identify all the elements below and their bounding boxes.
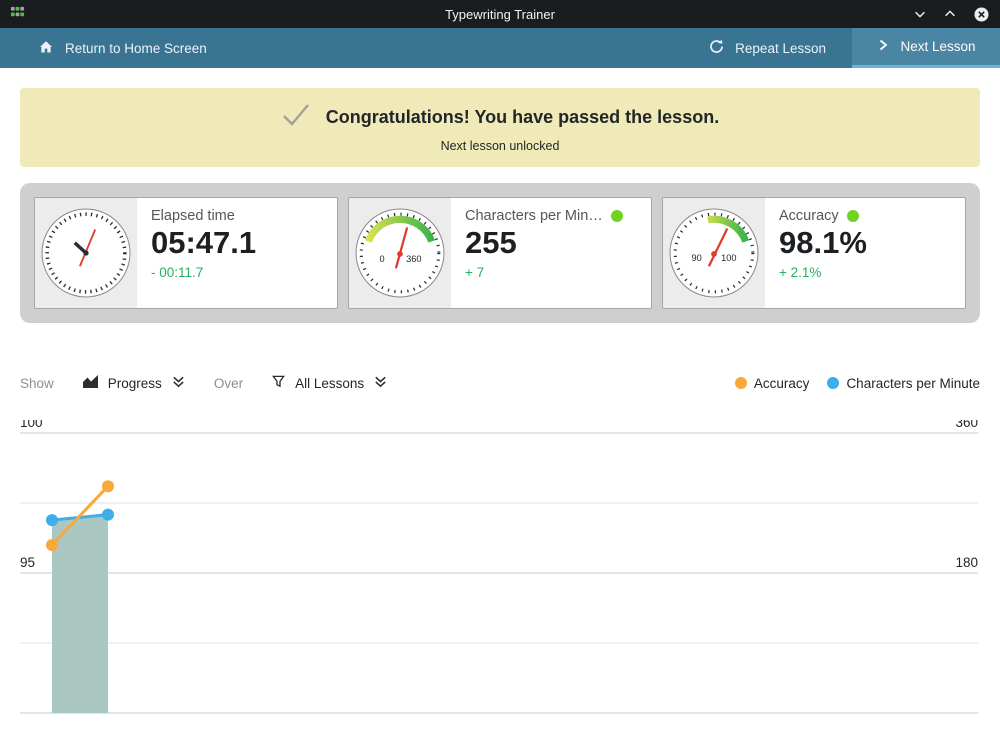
cpm-value: 255 <box>465 225 639 261</box>
cpm-delta: + 7 <box>465 265 639 280</box>
elapsed-time-card: Elapsed time 05:47.1 - 00:11.7 <box>34 197 338 309</box>
over-label: Over <box>214 376 243 391</box>
show-label: Show <box>20 376 54 391</box>
legend-item-accuracy: Accuracy <box>735 376 810 391</box>
window-shade-icon[interactable] <box>913 7 927 21</box>
chart-controls: Show Progress Over All Lessons Accu <box>20 368 980 398</box>
chart-axis-labels: 100 95 360 180 <box>20 420 978 570</box>
accuracy-status-dot <box>847 210 859 222</box>
titlebar: Typewriting Trainer <box>0 0 1000 28</box>
cpm-legend-dot <box>827 377 839 389</box>
accuracy-gauge-icon: 90 100 <box>663 198 765 308</box>
return-home-button[interactable]: Return to Home Screen <box>0 28 207 68</box>
accuracy-label: Accuracy <box>779 208 839 224</box>
return-home-label: Return to Home Screen <box>65 41 207 56</box>
chart-grid <box>20 433 978 713</box>
progress-chart: 100 95 360 180 <box>0 420 1000 729</box>
banner-subtitle: Next lesson unlocked <box>441 139 560 153</box>
cpm-status-dot <box>611 210 623 222</box>
cpm-card: 0 360 Characters per Min… 255 + 7 <box>348 197 652 309</box>
svg-text:180: 180 <box>955 555 978 570</box>
legend-item-cpm: Characters per Minute <box>827 376 980 391</box>
accuracy-card: 90 100 Accuracy 98.1% + 2.1% <box>662 197 966 309</box>
nav-bar: Return to Home Screen Repeat Lesson Next… <box>0 28 1000 68</box>
home-icon <box>38 39 54 58</box>
accuracy-value: 98.1% <box>779 225 953 261</box>
accuracy-legend-label: Accuracy <box>754 376 810 391</box>
clock-icon <box>35 198 137 308</box>
next-lesson-button[interactable]: Next Lesson <box>852 28 1000 68</box>
double-chevron-down-icon <box>373 374 388 392</box>
elapsed-time-label: Elapsed time <box>151 208 235 224</box>
svg-text:95: 95 <box>20 555 35 570</box>
accuracy-legend-dot <box>735 377 747 389</box>
next-lesson-label: Next Lesson <box>900 39 975 54</box>
cpm-area <box>52 515 108 713</box>
speed-gauge-max: 360 <box>406 254 421 264</box>
checkmark-icon <box>281 102 311 133</box>
chart-legend: Accuracy Characters per Minute <box>735 376 980 391</box>
next-icon <box>876 38 890 55</box>
accuracy-gauge-min: 90 <box>692 253 702 263</box>
elapsed-time-value: 05:47.1 <box>151 225 325 261</box>
area-chart-icon <box>82 374 99 392</box>
cpm-label: Characters per Min… <box>465 208 603 224</box>
accuracy-delta: + 2.1% <box>779 265 953 280</box>
filter-icon <box>271 374 286 392</box>
speed-gauge-icon: 0 360 <box>349 198 451 308</box>
lesson-filter-selector[interactable]: All Lessons <box>271 374 388 392</box>
window-minimize-icon[interactable] <box>943 7 957 21</box>
window-close-icon[interactable] <box>973 6 990 23</box>
accuracy-gauge-max: 100 <box>721 253 736 263</box>
cpm-legend-label: Characters per Minute <box>846 376 980 391</box>
graph-type-selector[interactable]: Progress <box>82 374 186 392</box>
speed-gauge-min: 0 <box>380 254 385 264</box>
graph-type-value: Progress <box>108 376 162 391</box>
repeat-lesson-button[interactable]: Repeat Lesson <box>682 28 852 68</box>
window-title: Typewriting Trainer <box>0 7 1000 22</box>
stats-container: Elapsed time 05:47.1 - 00:11.7 0 360 <box>20 183 980 323</box>
svg-text:100: 100 <box>20 420 43 430</box>
repeat-lesson-label: Repeat Lesson <box>735 41 826 56</box>
banner-title: Congratulations! You have passed the les… <box>326 107 719 128</box>
svg-text:360: 360 <box>955 420 978 430</box>
repeat-icon <box>708 38 725 58</box>
elapsed-time-delta: - 00:11.7 <box>151 265 325 280</box>
double-chevron-down-icon <box>171 374 186 392</box>
lesson-filter-value: All Lessons <box>295 376 364 391</box>
pass-banner: Congratulations! You have passed the les… <box>20 88 980 167</box>
